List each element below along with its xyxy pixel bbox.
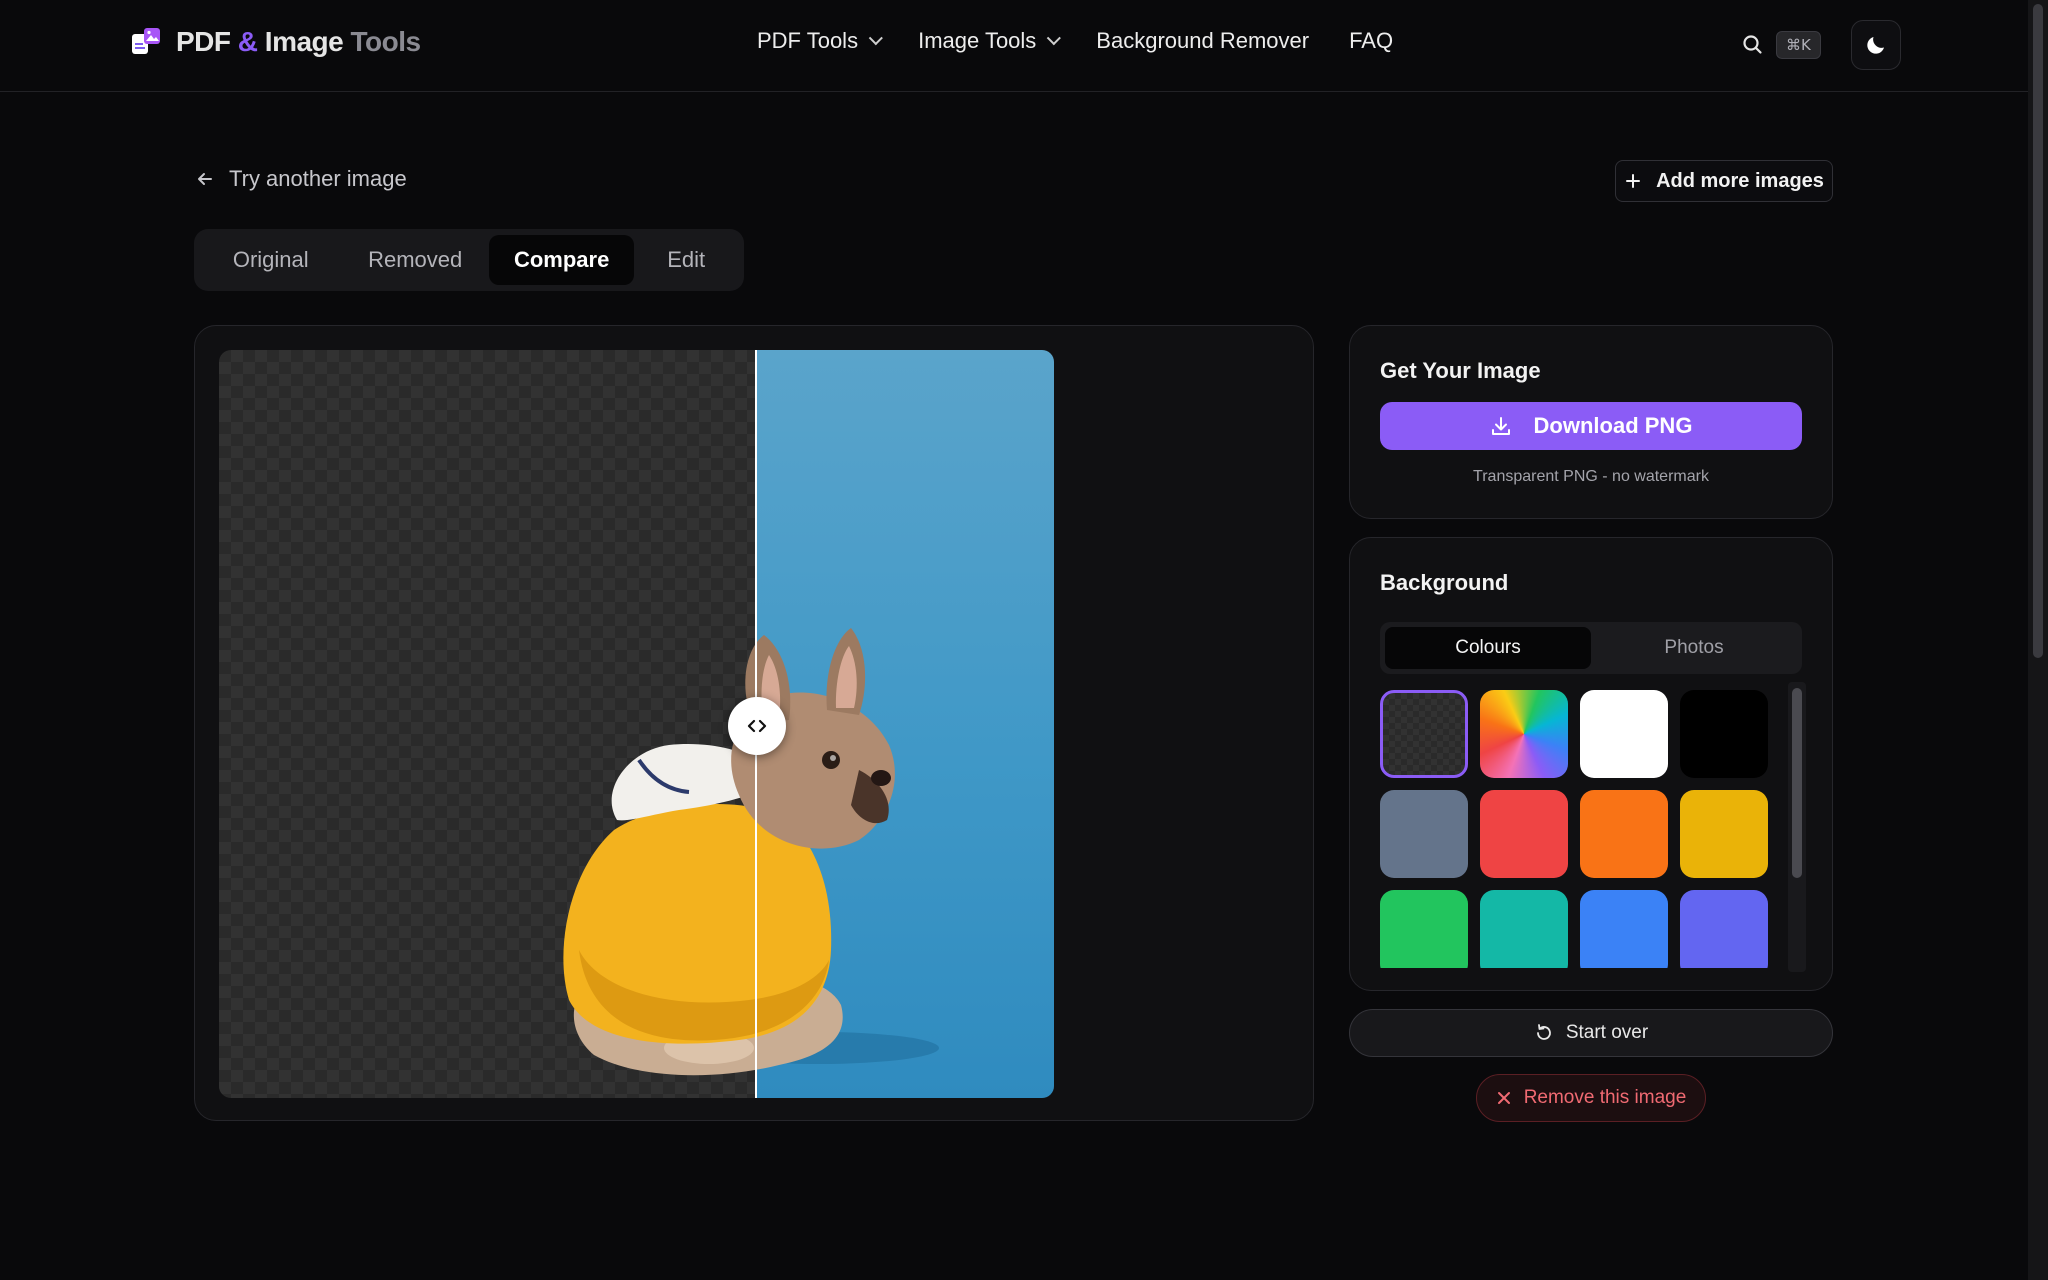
try-another-image-label: Try another image	[229, 166, 407, 191]
download-png-button[interactable]: Download PNG	[1380, 402, 1802, 450]
swatch-black[interactable]	[1680, 690, 1768, 778]
header-actions: ⌘K	[1740, 20, 1901, 70]
tab-edit[interactable]: Edit	[634, 235, 738, 285]
add-more-images-button[interactable]: Add more images	[1615, 160, 1833, 202]
search-icon	[1743, 35, 1762, 54]
page-scrollbar-thumb[interactable]	[2033, 4, 2043, 658]
main-nav: PDF Tools Image Tools Background Remover…	[757, 28, 1393, 54]
start-over-label: Start over	[1565, 1022, 1649, 1043]
logo-part-tools: Tools	[350, 26, 422, 57]
tab-removed[interactable]: Removed	[341, 235, 488, 285]
image-preview-card	[194, 325, 1314, 1121]
top-header: PDF & Image Tools PDF Tools Image Tools …	[0, 0, 2028, 92]
tab-photos[interactable]: Photos	[1591, 627, 1797, 669]
download-icon	[1491, 417, 1510, 435]
swatch-scrollbar-thumb[interactable]	[1792, 688, 1802, 878]
background-card-title: Background	[1380, 570, 1509, 595]
arrow-left-icon	[198, 173, 212, 185]
remove-image-label: Remove this image	[1523, 1087, 1687, 1108]
swatch-scrollbar[interactable]	[1788, 682, 1806, 972]
close-icon	[1497, 1092, 1510, 1104]
logo-icon	[130, 26, 162, 58]
tab-colours[interactable]: Colours	[1385, 627, 1591, 669]
swatch-blue[interactable]	[1580, 890, 1668, 968]
logo-part-pdf: PDF	[176, 26, 231, 57]
background-card: Background Colours Photos	[1349, 537, 1833, 991]
compare-viewer[interactable]	[219, 350, 1054, 1098]
try-another-image-link[interactable]: Try another image	[195, 166, 407, 192]
site-logo[interactable]: PDF & Image Tools	[130, 26, 421, 58]
chevrons-left-right-icon	[747, 719, 767, 733]
nav-image-tools[interactable]: Image Tools	[918, 28, 1062, 54]
compare-slider-handle[interactable]	[728, 697, 786, 755]
plus-icon	[1626, 174, 1641, 188]
dog-image	[563, 628, 939, 1076]
start-over-button[interactable]: Start over	[1349, 1009, 1833, 1057]
swatch-slate[interactable]	[1380, 790, 1468, 878]
download-card-title: Get Your Image	[1380, 358, 1541, 383]
tab-compare[interactable]: Compare	[488, 235, 635, 285]
logo-text: PDF & Image Tools	[176, 26, 421, 58]
nav-pdf-tools-label: PDF Tools	[757, 28, 859, 53]
add-more-images-label: Add more images	[1656, 169, 1824, 192]
swatch-teal[interactable]	[1480, 890, 1568, 968]
nav-pdf-tools[interactable]: PDF Tools	[757, 28, 883, 54]
swatch-green[interactable]	[1380, 890, 1468, 968]
chevron-down-icon	[1047, 31, 1062, 46]
download-note: Transparent PNG - no watermark	[1473, 468, 1709, 485]
swatch-rainbow[interactable]	[1480, 690, 1568, 778]
page-scrollbar[interactable]	[2028, 0, 2048, 1280]
swatch-indigo[interactable]	[1680, 890, 1768, 968]
swatch-yellow[interactable]	[1680, 790, 1768, 878]
download-card: Get Your Image Download PNG Transparent …	[1349, 325, 1833, 519]
logo-part-image: Image	[264, 26, 344, 57]
moon-icon	[1867, 37, 1884, 54]
logo-ampersand: &	[237, 26, 258, 57]
nav-background-remover-label: Background Remover	[1096, 28, 1310, 53]
download-png-label: Download PNG	[1533, 413, 1693, 438]
nav-faq-label: FAQ	[1349, 28, 1394, 53]
swatch-red[interactable]	[1480, 790, 1568, 878]
search-button[interactable]	[1740, 32, 1766, 58]
rotate-ccw-icon	[1536, 1024, 1551, 1040]
swatch-orange[interactable]	[1580, 790, 1668, 878]
nav-faq[interactable]: FAQ	[1349, 28, 1393, 54]
background-type-tabs: Colours Photos	[1380, 622, 1802, 674]
nav-background-remover[interactable]: Background Remover	[1096, 28, 1309, 54]
view-mode-tabs: Original Removed Compare Edit	[194, 229, 744, 291]
tab-original[interactable]: Original	[200, 235, 341, 285]
swatch-transparent[interactable]	[1380, 690, 1468, 778]
nav-image-tools-label: Image Tools	[918, 28, 1037, 53]
swatch-white[interactable]	[1580, 690, 1668, 778]
search-shortcut-badge: ⌘K	[1776, 31, 1821, 59]
colour-swatch-grid	[1380, 690, 1776, 968]
chevron-down-icon	[868, 31, 883, 46]
theme-toggle-button[interactable]	[1850, 20, 1901, 70]
remove-image-button[interactable]: Remove this image	[1476, 1074, 1706, 1122]
